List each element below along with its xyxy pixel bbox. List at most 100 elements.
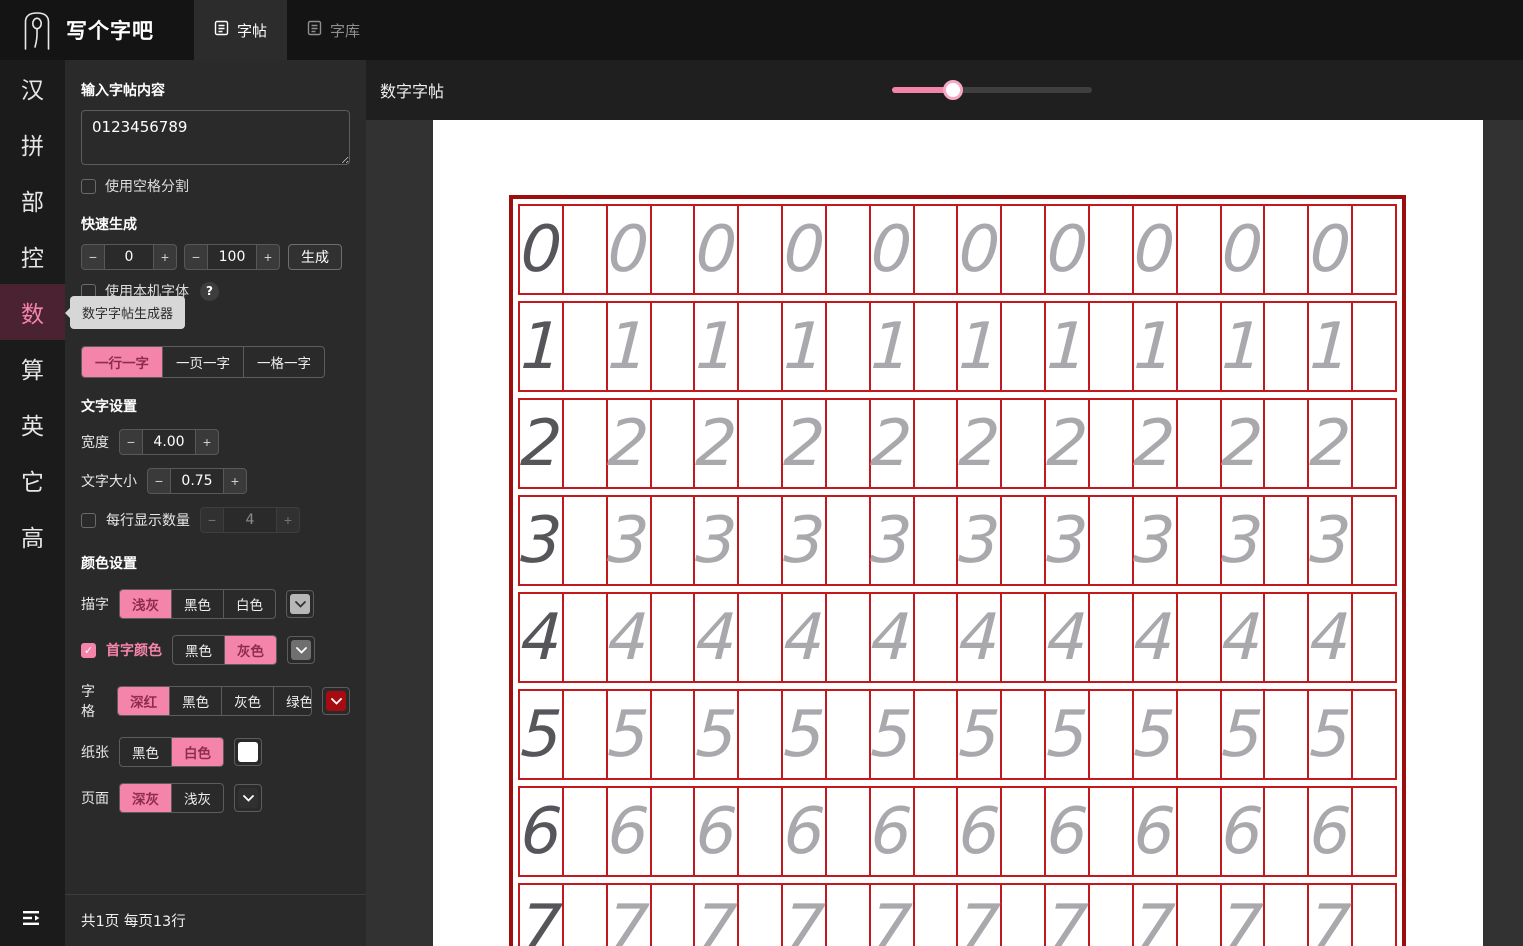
digit-cell[interactable]: 1 bbox=[1132, 303, 1178, 390]
digit-cell[interactable]: 2 bbox=[1220, 400, 1266, 487]
digit-cell[interactable]: 0 bbox=[1308, 206, 1354, 293]
digit-cell[interactable]: 6 bbox=[606, 788, 652, 875]
digit-cell[interactable]: 2 bbox=[957, 400, 1003, 487]
digit-cell[interactable]: 4 bbox=[606, 594, 652, 681]
digit-cell[interactable]: 6 bbox=[1045, 788, 1090, 875]
option-chip[interactable]: 黑色 bbox=[173, 636, 225, 664]
practice-cell[interactable] bbox=[1353, 206, 1395, 293]
digit-cell[interactable]: 1 bbox=[869, 303, 915, 390]
option-chip[interactable]: 绿色 bbox=[274, 687, 311, 715]
practice-cell[interactable] bbox=[1090, 303, 1134, 390]
digit-cell[interactable]: 4 bbox=[869, 594, 915, 681]
practice-cell[interactable] bbox=[739, 594, 784, 681]
practice-cell[interactable] bbox=[739, 303, 784, 390]
practice-cell[interactable] bbox=[652, 400, 696, 487]
option-chip[interactable]: 白色 bbox=[224, 590, 275, 618]
practice-cell[interactable] bbox=[827, 206, 871, 293]
practice-cell[interactable] bbox=[1090, 206, 1134, 293]
digit-cell[interactable]: 1 bbox=[519, 303, 564, 390]
option-chip[interactable]: 黑色 bbox=[120, 738, 172, 766]
digit-cell[interactable]: 7 bbox=[694, 885, 740, 946]
practice-cell[interactable] bbox=[915, 594, 959, 681]
increment-button[interactable]: + bbox=[223, 468, 247, 494]
digit-cell[interactable]: 5 bbox=[694, 691, 740, 778]
digit-cell[interactable]: 6 bbox=[1132, 788, 1178, 875]
digit-cell[interactable]: 0 bbox=[1045, 206, 1090, 293]
option-chip[interactable]: 深灰 bbox=[120, 784, 172, 812]
digit-cell[interactable]: 1 bbox=[782, 303, 827, 390]
digit-cell[interactable]: 2 bbox=[694, 400, 740, 487]
practice-cell[interactable] bbox=[1178, 303, 1222, 390]
practice-cell[interactable] bbox=[652, 885, 696, 946]
digit-cell[interactable]: 7 bbox=[606, 885, 652, 946]
practice-cell[interactable] bbox=[915, 497, 959, 584]
digit-cell[interactable]: 4 bbox=[694, 594, 740, 681]
digit-cell[interactable]: 1 bbox=[694, 303, 740, 390]
practice-cell[interactable] bbox=[564, 788, 608, 875]
digit-cell[interactable]: 3 bbox=[519, 497, 564, 584]
practice-cell[interactable] bbox=[827, 400, 871, 487]
color-swatch-button[interactable] bbox=[287, 636, 315, 664]
digit-cell[interactable]: 5 bbox=[869, 691, 915, 778]
practice-cell[interactable] bbox=[739, 885, 784, 946]
digit-cell[interactable]: 7 bbox=[1220, 885, 1266, 946]
practice-cell[interactable] bbox=[1002, 400, 1047, 487]
digit-cell[interactable]: 0 bbox=[519, 206, 564, 293]
practice-cell[interactable] bbox=[1002, 206, 1047, 293]
digit-cell[interactable]: 0 bbox=[782, 206, 827, 293]
digit-cell[interactable]: 6 bbox=[782, 788, 827, 875]
option-chip[interactable]: 灰色 bbox=[222, 687, 275, 715]
practice-cell[interactable] bbox=[1265, 497, 1310, 584]
practice-cell[interactable] bbox=[1265, 691, 1310, 778]
digit-cell[interactable]: 0 bbox=[869, 206, 915, 293]
practice-cell[interactable] bbox=[915, 788, 959, 875]
practice-cell[interactable] bbox=[1090, 788, 1134, 875]
practice-cell[interactable] bbox=[739, 497, 784, 584]
top-tab[interactable]: 字库 bbox=[287, 0, 380, 60]
practice-cell[interactable] bbox=[564, 885, 608, 946]
practice-cell[interactable] bbox=[1178, 594, 1222, 681]
digit-cell[interactable]: 3 bbox=[1132, 497, 1178, 584]
color-swatch-button[interactable] bbox=[234, 738, 262, 766]
practice-cell[interactable] bbox=[915, 303, 959, 390]
practice-cell[interactable] bbox=[1002, 303, 1047, 390]
option-chip[interactable]: 灰色 bbox=[225, 636, 276, 664]
practice-cell[interactable] bbox=[1002, 691, 1047, 778]
practice-cell[interactable] bbox=[652, 206, 696, 293]
digit-cell[interactable]: 3 bbox=[1308, 497, 1354, 584]
sidebar-item[interactable]: 部 bbox=[0, 172, 65, 228]
digit-cell[interactable]: 1 bbox=[1308, 303, 1354, 390]
option-chip[interactable]: 浅灰 bbox=[172, 784, 223, 812]
digit-cell[interactable]: 6 bbox=[1220, 788, 1266, 875]
digit-cell[interactable]: 4 bbox=[1132, 594, 1178, 681]
digit-cell[interactable]: 7 bbox=[519, 885, 564, 946]
practice-cell[interactable] bbox=[915, 691, 959, 778]
decrement-button[interactable]: − bbox=[200, 507, 224, 533]
practice-cell[interactable] bbox=[1090, 497, 1134, 584]
color-swatch-button[interactable] bbox=[234, 784, 262, 812]
sidebar-item[interactable]: 数 bbox=[0, 284, 65, 340]
practice-cell[interactable] bbox=[1353, 400, 1395, 487]
digit-cell[interactable]: 7 bbox=[957, 885, 1003, 946]
practice-cell[interactable] bbox=[827, 303, 871, 390]
decrement-button[interactable]: − bbox=[147, 468, 171, 494]
practice-cell[interactable] bbox=[564, 206, 608, 293]
practice-cell[interactable] bbox=[564, 303, 608, 390]
practice-cell[interactable] bbox=[1265, 788, 1310, 875]
practice-cell[interactable] bbox=[1178, 497, 1222, 584]
digit-cell[interactable]: 5 bbox=[519, 691, 564, 778]
practice-cell[interactable] bbox=[1178, 400, 1222, 487]
sidebar-item[interactable]: 高 bbox=[0, 508, 65, 564]
copybook-content-input[interactable]: 0123456789 bbox=[81, 110, 350, 165]
practice-cell[interactable] bbox=[827, 885, 871, 946]
digit-cell[interactable]: 3 bbox=[694, 497, 740, 584]
digit-cell[interactable]: 2 bbox=[519, 400, 564, 487]
color-swatch-button[interactable] bbox=[322, 687, 350, 715]
digit-cell[interactable]: 3 bbox=[869, 497, 915, 584]
digit-cell[interactable]: 7 bbox=[1132, 885, 1178, 946]
practice-cell[interactable] bbox=[1090, 691, 1134, 778]
digit-cell[interactable]: 5 bbox=[782, 691, 827, 778]
sidebar-item[interactable]: 它 bbox=[0, 452, 65, 508]
layout-mode-tab[interactable]: 一格一字 bbox=[244, 347, 324, 377]
practice-cell[interactable] bbox=[1002, 788, 1047, 875]
